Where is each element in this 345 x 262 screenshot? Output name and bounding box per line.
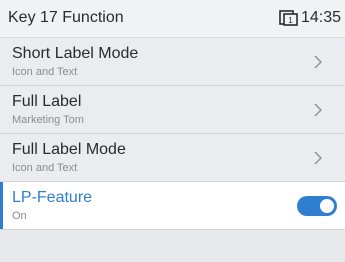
chevron-right-icon bbox=[314, 151, 322, 165]
settings-list: Short Label Mode Icon and Text Full Labe… bbox=[0, 38, 345, 230]
chevron-right-icon bbox=[314, 103, 322, 117]
item-value: Icon and Text bbox=[12, 66, 78, 78]
line-indicator-number: 1 bbox=[288, 16, 293, 25]
page-title: Key 17 Function bbox=[8, 9, 124, 26]
item-title: LP-Feature bbox=[12, 189, 93, 206]
menu-item-lp-feature[interactable]: LP-Feature On bbox=[0, 182, 345, 230]
menu-item-short-label-mode[interactable]: Short Label Mode Icon and Text bbox=[0, 38, 345, 86]
item-title: Full Label bbox=[12, 93, 82, 110]
chevron-right-icon bbox=[314, 55, 322, 69]
line-indicator-icon: 1 bbox=[279, 10, 298, 26]
item-value: Marketing Tom bbox=[12, 114, 84, 126]
key-function-screen: Key 17 Function 1 14:35 Short Label Mode… bbox=[0, 0, 345, 262]
item-value: On bbox=[12, 210, 27, 222]
item-value: Icon and Text bbox=[12, 162, 78, 174]
menu-item-full-label[interactable]: Full Label Marketing Tom bbox=[0, 86, 345, 134]
empty-list-area bbox=[0, 230, 345, 262]
item-title: Short Label Mode bbox=[12, 45, 139, 62]
item-title: Full Label Mode bbox=[12, 141, 126, 158]
lp-feature-toggle[interactable] bbox=[297, 196, 337, 216]
status-area: 1 14:35 bbox=[279, 9, 341, 27]
title-bar: Key 17 Function 1 14:35 bbox=[0, 0, 345, 38]
toggle-knob bbox=[320, 199, 334, 213]
menu-item-full-label-mode[interactable]: Full Label Mode Icon and Text bbox=[0, 134, 345, 182]
clock: 14:35 bbox=[300, 9, 341, 26]
